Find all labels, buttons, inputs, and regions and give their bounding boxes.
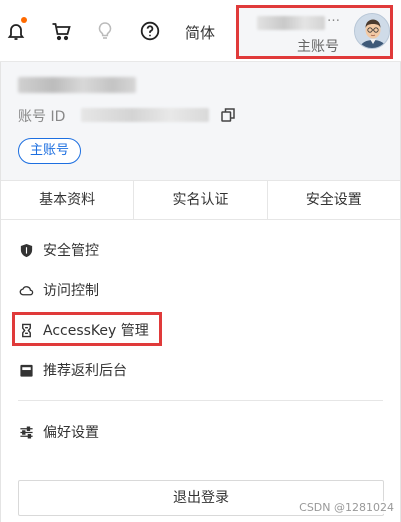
- sliders-icon: [18, 424, 34, 440]
- tab-basic-info[interactable]: 基本资料: [1, 181, 133, 219]
- copy-icon[interactable]: [220, 107, 236, 123]
- menu-item-label: 访问控制: [43, 283, 99, 299]
- account-type-label: 主账号: [297, 39, 339, 55]
- menu-item-referral-rebate[interactable]: 推荐返利后台: [1, 350, 400, 390]
- menu-item-label: 偏好设置: [43, 425, 99, 441]
- account-menu: 安全管控 访问控制 AccessKey 管理 推荐返利后台: [1, 230, 400, 390]
- tab-real-name-verification[interactable]: 实名认证: [133, 181, 266, 219]
- lightbulb-icon[interactable]: [94, 20, 116, 42]
- main-account-badge: 主账号: [18, 138, 82, 164]
- shield-icon: [18, 242, 34, 258]
- menu-item-security-control[interactable]: 安全管控: [1, 230, 400, 270]
- account-menu-trigger[interactable]: … 主账号: [236, 5, 393, 59]
- menu-item-access-control[interactable]: 访问控制: [1, 270, 400, 310]
- notification-dot: [21, 17, 27, 23]
- avatar[interactable]: [354, 13, 390, 49]
- top-bar: 简体 … 主账号: [0, 0, 401, 62]
- cloud-icon: [18, 282, 34, 298]
- menu-divider: [18, 400, 383, 401]
- menu-item-preferences[interactable]: 偏好设置: [1, 412, 400, 452]
- preferences-section: 偏好设置: [1, 412, 400, 452]
- account-id-redacted: [81, 108, 209, 122]
- account-tabs: 基本资料 实名认证 安全设置: [1, 180, 400, 220]
- account-name-ellipsis: …: [327, 10, 341, 25]
- bell-icon[interactable]: [5, 17, 27, 42]
- menu-item-label: 推荐返利后台: [43, 363, 127, 379]
- language-switch[interactable]: 简体: [185, 22, 215, 43]
- calendar-icon: [18, 362, 34, 378]
- user-name-redacted: [18, 77, 136, 93]
- menu-item-accesskey-management[interactable]: AccessKey 管理: [1, 310, 400, 350]
- cart-icon[interactable]: [50, 20, 72, 42]
- account-name-redacted: [257, 16, 325, 30]
- account-dropdown: 账号 ID 主账号 基本资料 实名认证 安全设置 安全管控 访问控制 Acces…: [0, 62, 401, 522]
- help-icon[interactable]: [139, 20, 161, 42]
- account-id-label: 账号 ID: [18, 109, 66, 125]
- watermark: CSDN @1281024: [299, 501, 394, 514]
- highlight-box: [12, 312, 162, 346]
- menu-item-label: 安全管控: [43, 243, 99, 259]
- tab-security-settings[interactable]: 安全设置: [266, 181, 400, 219]
- user-info: 账号 ID 主账号: [1, 62, 400, 180]
